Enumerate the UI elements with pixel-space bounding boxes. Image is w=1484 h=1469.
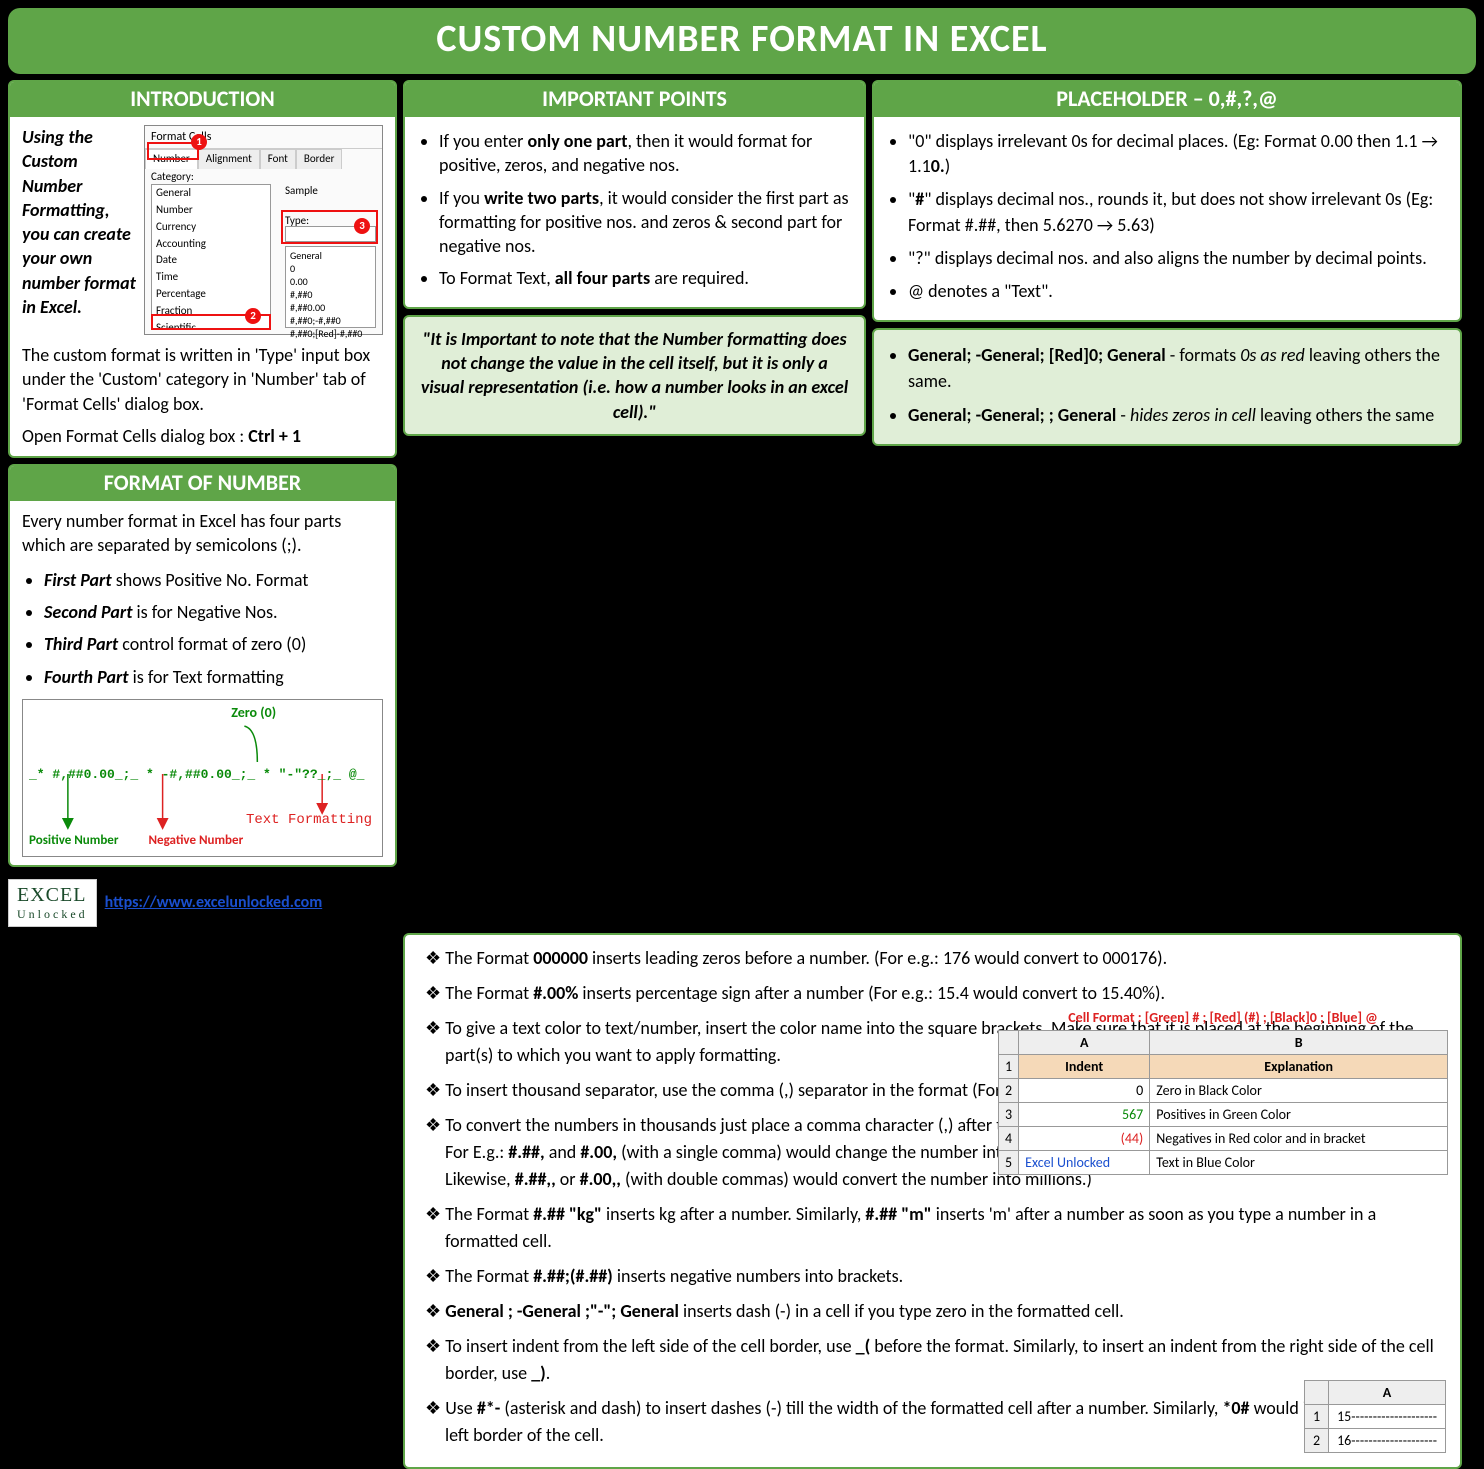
format-diagram: Zero (0) _* #,##0.00_;_ * -#,##0.00_;_ *… [22,699,383,857]
format-list[interactable]: General00.00#,##0#,##0.00#,##0;-#,##0#,#… [285,246,376,328]
list-item: General; -General; [Red]0; General - for… [908,342,1448,394]
format-panel: FORMAT OF NUMBER Every number format in … [8,464,397,867]
important-panel: IMPORTANT POINTS If you enter only one p… [403,80,866,309]
part-1: First Part shows Positive No. Format [44,568,383,592]
placeholder-examples: General; -General; [Red]0; General - for… [872,328,1462,446]
source-url[interactable]: https://www.excelunlocked.com [105,893,323,912]
placeholder-header: PLACEHOLDER – 0,#,?,@ [874,82,1460,117]
list-item: The Format #.00% inserts percentage sign… [425,980,1446,1007]
list-item: To insert indent from the left side of t… [425,1333,1446,1387]
list-item: The Format #.## "kg" inserts kg after a … [425,1201,1446,1255]
sample-label: Sample [285,184,318,199]
list-item: The Format 000000 inserts leading zeros … [425,945,1446,972]
category-label: Category: [151,170,194,185]
intro-explain: The custom format is written in 'Type' i… [22,343,383,416]
tips-panel: The Format 000000 inserts leading zeros … [403,933,1462,1469]
logo: EXCEL Unlocked [8,879,97,927]
footer-row: EXCEL Unlocked https://www.excelunlocked… [8,879,397,927]
list-item: If you enter only one part, then it woul… [439,129,852,178]
important-header: IMPORTANT POINTS [405,82,864,117]
list-item: @ denotes a "Text". [908,279,1448,304]
placeholder-panel: PLACEHOLDER – 0,#,?,@ "0" displays irrel… [872,80,1462,322]
intro-header: INTRODUCTION [10,82,395,117]
intro-panel: INTRODUCTION Using the Custom Number For… [8,80,397,458]
list-item: "0" displays irrelevant 0s for decimal p… [908,129,1448,179]
list-item: Use #*- (asterisk and dash) to insert da… [425,1395,1446,1449]
format-header: FORMAT OF NUMBER [10,466,395,501]
list-item: "#" displays decimal nos., rounds it, bu… [908,187,1448,237]
badge-3: 3 [354,218,370,234]
intro-lead: Using the Custom Number Formatting, you … [22,125,136,319]
tab-alignment[interactable]: Alignment [198,149,260,169]
list-item: "?" displays decimal nos. and also align… [908,246,1448,271]
list-item: The Format #.##;(#.##) inserts negative … [425,1263,1446,1290]
list-item: General ; -General ;"-"; General inserts… [425,1298,1446,1325]
intro-shortcut: Open Format Cells dialog box : Ctrl + 1 [22,424,383,448]
format-cells-dialog: Format Cells Number Alignment Font Borde… [144,125,383,335]
format-lead: Every number format in Excel has four pa… [22,509,383,558]
page-title: CUSTOM NUMBER FORMAT IN EXCEL [8,8,1476,74]
color-format-table: Cell Format : [Green] # ; [Red] (#) ; [B… [998,1007,1448,1175]
tab-font[interactable]: Font [260,149,296,169]
important-quote: "It is Important to note that the Number… [403,315,866,436]
badge-1: 1 [191,134,207,150]
list-item: If you write two parts, it would conside… [439,186,852,259]
list-item: General; -General; ; General - hides zer… [908,402,1448,428]
part-3: Third Part control format of zero (0) [44,632,383,656]
list-item: To Format Text, all four parts are requi… [439,266,852,290]
badge-2: 2 [245,308,261,324]
tab-border[interactable]: Border [296,149,343,169]
part-4: Fourth Part is for Text formatting [44,665,383,689]
part-2: Second Part is for Negative Nos. [44,600,383,624]
dash-fill-table: A 115-------------------- 216-----------… [1304,1380,1446,1453]
